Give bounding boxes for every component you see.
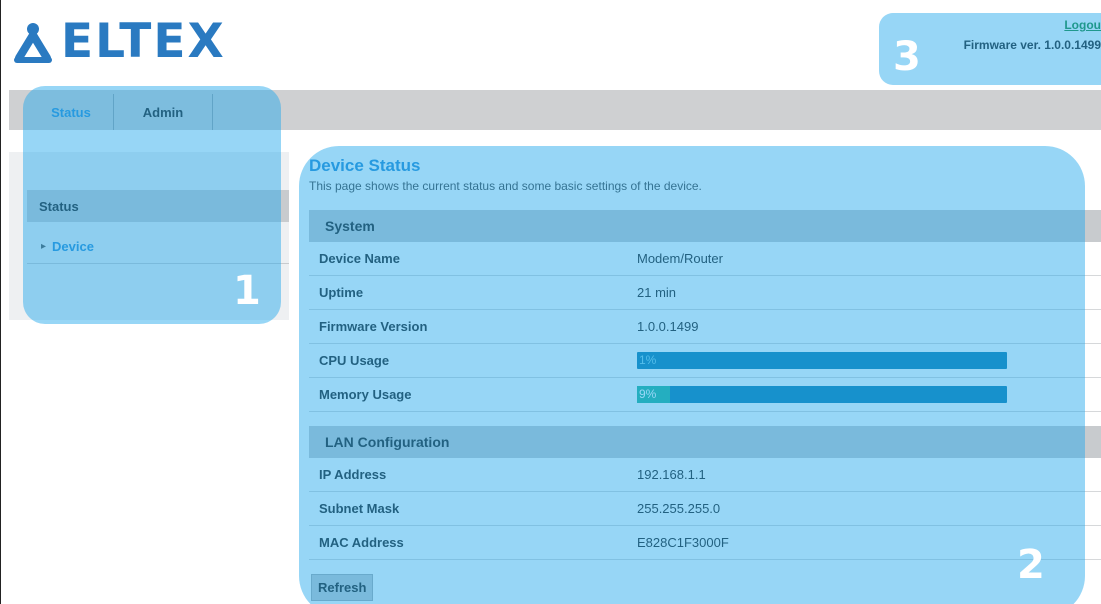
logo-text: ELTEX	[61, 14, 226, 69]
row-label: CPU Usage	[319, 353, 390, 368]
logout-link[interactable]: Logou	[964, 18, 1101, 32]
system-section: System Device Name Modem/Router Uptime 2…	[309, 210, 1101, 412]
page: ELTEX Logou Firmware ver. 1.0.0.1499 Sta…	[0, 0, 1101, 604]
tab-admin[interactable]: Admin	[113, 94, 213, 130]
page-title: Device Status	[309, 156, 421, 175]
table-row: Memory Usage 9%	[309, 378, 1101, 412]
row-label: Subnet Mask	[319, 501, 400, 516]
lan-section: LAN Configuration IP Address 192.168.1.1…	[309, 426, 1101, 560]
table-row: Uptime 21 min	[309, 276, 1101, 310]
refresh-button[interactable]: Refresh	[311, 574, 374, 601]
annotation-number-2: 2	[1017, 542, 1045, 588]
row-label: MAC Address	[319, 535, 404, 550]
row-label: Device Name	[319, 251, 400, 266]
table-row: MAC Address E828C1F3000F	[309, 526, 1101, 560]
tab-status[interactable]: Status	[29, 94, 113, 130]
table-row: Subnet Mask 255.255.255.0	[309, 492, 1101, 526]
cpu-usage-fill: 1%	[639, 353, 657, 367]
eltex-logo: ELTEX	[11, 14, 226, 69]
row-value: 192.168.1.1	[637, 467, 706, 482]
row-label: IP Address	[319, 467, 387, 482]
sidebar-item-device[interactable]: ▸ Device	[27, 230, 289, 264]
annotation-number-1: 1	[233, 268, 261, 314]
section-header-lan: LAN Configuration	[309, 426, 1101, 458]
table-row: Device Name Modem/Router	[309, 242, 1101, 276]
row-label: Firmware Version	[319, 319, 428, 334]
memory-usage-bar: 9%	[637, 386, 1007, 403]
row-value: 255.255.255.0	[637, 501, 721, 516]
top-nav-bar: Status Admin	[9, 90, 1101, 130]
annotation-number-3: 3	[893, 34, 921, 80]
table-row: IP Address 192.168.1.1	[309, 458, 1101, 492]
row-value: 1.0.0.1499	[637, 319, 699, 334]
memory-usage-fill: 9%	[637, 386, 671, 403]
row-value: 21 min	[637, 285, 677, 300]
table-row: Firmware Version 1.0.0.1499	[309, 310, 1101, 344]
main-content: Device Status This page shows the curren…	[309, 156, 1101, 601]
sidebar-section-title: Status	[27, 190, 289, 222]
row-value: 9%	[629, 386, 1101, 403]
sidebar-item-label: Device	[52, 239, 94, 254]
header-right: Logou Firmware ver. 1.0.0.1499	[964, 10, 1101, 52]
cpu-usage-bar: 1%	[637, 352, 1007, 369]
page-description: This page shows the current status and s…	[309, 179, 702, 193]
table-row: CPU Usage 1%	[309, 344, 1101, 378]
eltex-logo-icon	[14, 23, 52, 63]
row-value: 1%	[629, 352, 1101, 369]
chevron-right-icon: ▸	[41, 241, 47, 252]
row-label: Memory Usage	[319, 387, 412, 402]
section-header-system: System	[309, 210, 1101, 242]
firmware-version-label: Firmware ver. 1.0.0.1499	[963, 38, 1101, 52]
row-label: Uptime	[319, 285, 364, 300]
row-value: Modem/Router	[637, 251, 723, 266]
